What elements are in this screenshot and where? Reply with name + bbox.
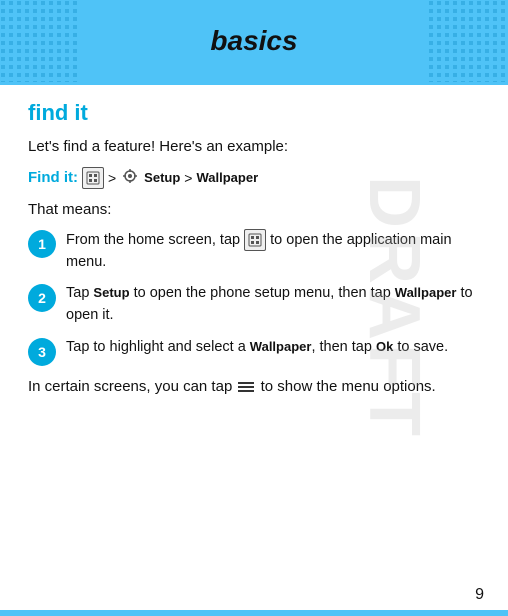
step-3-number: 3 — [28, 338, 56, 366]
wallpaper-bold2: Wallpaper — [250, 339, 312, 354]
setup-bold: Setup — [93, 285, 129, 300]
find-it-path: > Setup > Wallpaper — [82, 167, 258, 189]
page-header: basics — [0, 0, 508, 82]
ok-bold: Ok — [376, 339, 393, 354]
find-it-line: Find it: > — [28, 167, 480, 189]
find-it-label: Find it: — [28, 169, 78, 186]
intro-text: Let's find a feature! Here's an example: — [28, 136, 480, 159]
menu-icon-step1 — [244, 229, 266, 251]
step-2: 2 Tap Setup to open the phone setup menu… — [28, 283, 480, 327]
section-title: find it — [28, 100, 480, 126]
step-3-text: Tap to highlight and select a Wallpaper,… — [66, 337, 480, 359]
step-3: 3 Tap to highlight and select a Wallpape… — [28, 337, 480, 366]
main-content: find it Let's find a feature! Here's an … — [0, 82, 508, 424]
steps-list: 1 From the home screen, tap to open the … — [28, 229, 480, 366]
header-decoration-right — [428, 0, 508, 82]
wallpaper-label: Wallpaper — [196, 170, 258, 185]
setup-label: Setup — [144, 170, 180, 185]
menu-lines-icon — [238, 382, 254, 392]
accent-bar-bottom — [0, 610, 508, 616]
page-number: 9 — [475, 586, 484, 604]
arrow2: > — [184, 170, 192, 186]
header-decoration-left — [0, 0, 80, 82]
that-means-text: That means: — [28, 199, 480, 222]
step-1: 1 From the home screen, tap to open the … — [28, 229, 480, 273]
step-2-number: 2 — [28, 284, 56, 312]
step-2-text: Tap Setup to open the phone setup menu, … — [66, 283, 480, 327]
step-1-number: 1 — [28, 230, 56, 258]
accent-bar-top — [0, 82, 508, 85]
page-title: basics — [210, 25, 297, 57]
footer-note: In certain screens, you can tap to show … — [28, 376, 480, 399]
settings-icon — [120, 168, 140, 187]
home-screen-icon — [82, 167, 104, 189]
wallpaper-bold: Wallpaper — [395, 285, 457, 300]
arrow1: > — [108, 170, 116, 186]
step-1-text: From the home screen, tap to open the ap… — [66, 229, 480, 273]
